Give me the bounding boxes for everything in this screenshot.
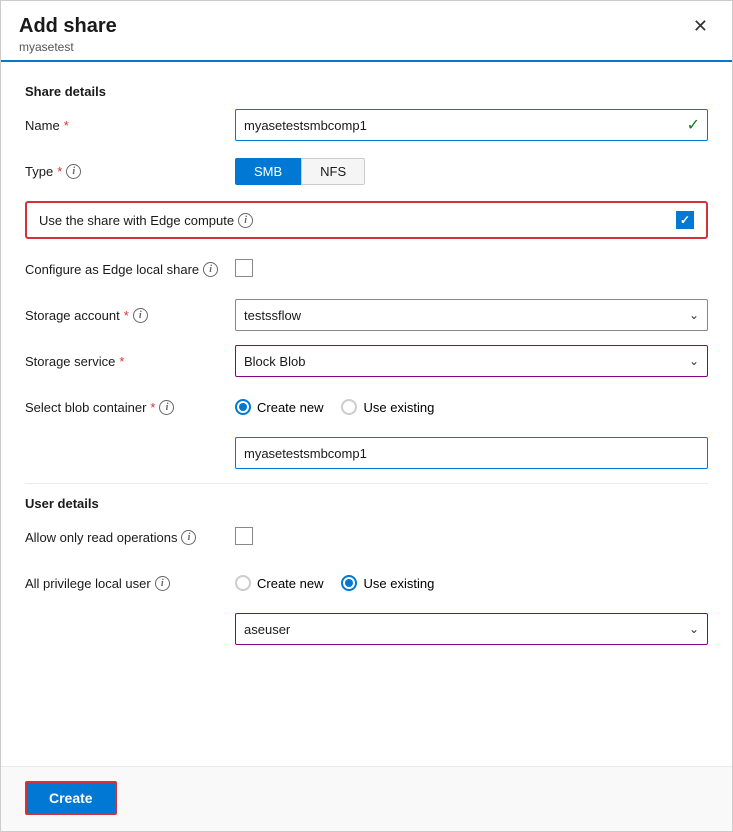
blob-sub-input-row	[25, 437, 708, 469]
name-input[interactable]	[235, 109, 708, 141]
type-toggle-group: SMB NFS	[235, 158, 708, 185]
edge-compute-checkbox[interactable]	[676, 211, 694, 229]
storage-service-arrow-icon: ⌄	[689, 354, 699, 368]
privilege-create-new-radio[interactable]	[235, 575, 251, 591]
allow-read-row: Allow only read operations i	[25, 521, 708, 553]
storage-account-control: testssflow ⌄	[235, 299, 708, 331]
blob-create-new-radio[interactable]	[235, 399, 251, 415]
blob-sub-input-control	[235, 437, 708, 469]
dialog-body: Share details Name * ✓ Type * i	[1, 62, 732, 766]
privilege-sub-control: aseuser ⌄	[235, 613, 708, 645]
name-required: *	[64, 118, 69, 133]
edge-local-info-icon[interactable]: i	[203, 262, 218, 277]
storage-account-arrow-icon: ⌄	[689, 308, 699, 322]
blob-container-required: *	[150, 400, 155, 415]
storage-service-control: Block Blob ⌄	[235, 345, 708, 377]
edge-local-control	[235, 259, 708, 280]
storage-account-value: testssflow	[244, 308, 301, 323]
privilege-create-new-option[interactable]: Create new	[235, 575, 323, 591]
edge-compute-label: Use the share with Edge compute i	[39, 213, 664, 228]
edge-compute-checkbox-wrapper	[676, 211, 694, 229]
edge-local-row: Configure as Edge local share i	[25, 253, 708, 285]
type-smb-option[interactable]: SMB	[235, 158, 301, 185]
storage-account-row: Storage account * i testssflow ⌄	[25, 299, 708, 331]
allow-read-control	[235, 527, 708, 548]
share-details-section: Share details	[25, 84, 708, 99]
privilege-user-control: Create new Use existing	[235, 575, 708, 591]
edge-compute-row: Use the share with Edge compute i	[25, 201, 708, 239]
add-share-dialog: Add share myasetest ✕ Share details Name…	[0, 0, 733, 832]
type-nfs-option[interactable]: NFS	[301, 158, 365, 185]
name-check-icon: ✓	[687, 115, 700, 135]
storage-account-info-icon[interactable]: i	[133, 308, 148, 323]
storage-service-select[interactable]: Block Blob ⌄	[235, 345, 708, 377]
blob-container-input[interactable]	[235, 437, 708, 469]
type-label: Type * i	[25, 164, 235, 179]
type-info-icon[interactable]: i	[66, 164, 81, 179]
blob-use-existing-radio[interactable]	[341, 399, 357, 415]
name-row: Name * ✓	[25, 109, 708, 141]
privilege-user-value: aseuser	[244, 622, 290, 637]
name-control: ✓	[235, 109, 708, 141]
privilege-user-label: All privilege local user i	[25, 576, 235, 591]
create-button[interactable]: Create	[25, 781, 117, 815]
edge-local-checkbox[interactable]	[235, 259, 253, 277]
blob-container-label: Select blob container * i	[25, 400, 235, 415]
header-text: Add share myasetest	[19, 15, 117, 54]
blob-container-control: Create new Use existing	[235, 399, 708, 415]
dialog-footer: Create	[1, 766, 732, 831]
name-label: Name *	[25, 118, 235, 133]
allow-read-info-icon[interactable]: i	[181, 530, 196, 545]
storage-account-label: Storage account * i	[25, 308, 235, 323]
type-row: Type * i SMB NFS	[25, 155, 708, 187]
blob-sub-spacer	[25, 437, 235, 469]
user-details-section: User details	[25, 496, 708, 511]
section-divider	[25, 483, 708, 484]
storage-service-row: Storage service * Block Blob ⌄	[25, 345, 708, 377]
type-required: *	[57, 164, 62, 179]
dialog-title: Add share	[19, 15, 117, 38]
dialog-subtitle: myasetest	[19, 40, 117, 54]
privilege-user-radio-group: Create new Use existing	[235, 575, 708, 591]
privilege-user-arrow-icon: ⌄	[689, 622, 699, 636]
blob-container-info-icon[interactable]: i	[159, 400, 174, 415]
storage-service-label: Storage service *	[25, 354, 235, 369]
storage-service-required: *	[119, 354, 124, 369]
blob-use-existing-option[interactable]: Use existing	[341, 399, 434, 415]
privilege-user-row: All privilege local user i Create new Us…	[25, 567, 708, 599]
name-input-wrapper: ✓	[235, 109, 708, 141]
privilege-user-select[interactable]: aseuser ⌄	[235, 613, 708, 645]
close-button[interactable]: ✕	[687, 15, 714, 37]
blob-create-new-option[interactable]: Create new	[235, 399, 323, 415]
type-control: SMB NFS	[235, 158, 708, 185]
allow-read-label: Allow only read operations i	[25, 530, 235, 545]
edge-local-label: Configure as Edge local share i	[25, 262, 235, 277]
privilege-sub-spacer	[25, 613, 235, 645]
blob-container-radio-group: Create new Use existing	[235, 399, 708, 415]
edge-compute-info-icon[interactable]: i	[238, 213, 253, 228]
dialog-header: Add share myasetest ✕	[1, 1, 732, 62]
storage-account-required: *	[124, 308, 129, 323]
storage-account-select[interactable]: testssflow ⌄	[235, 299, 708, 331]
privilege-use-existing-radio[interactable]	[341, 575, 357, 591]
privilege-user-info-icon[interactable]: i	[155, 576, 170, 591]
privilege-use-existing-option[interactable]: Use existing	[341, 575, 434, 591]
allow-read-checkbox[interactable]	[235, 527, 253, 545]
privilege-sub-input-row: aseuser ⌄	[25, 613, 708, 645]
storage-service-value: Block Blob	[244, 354, 305, 369]
blob-container-row: Select blob container * i Create new Use…	[25, 391, 708, 423]
